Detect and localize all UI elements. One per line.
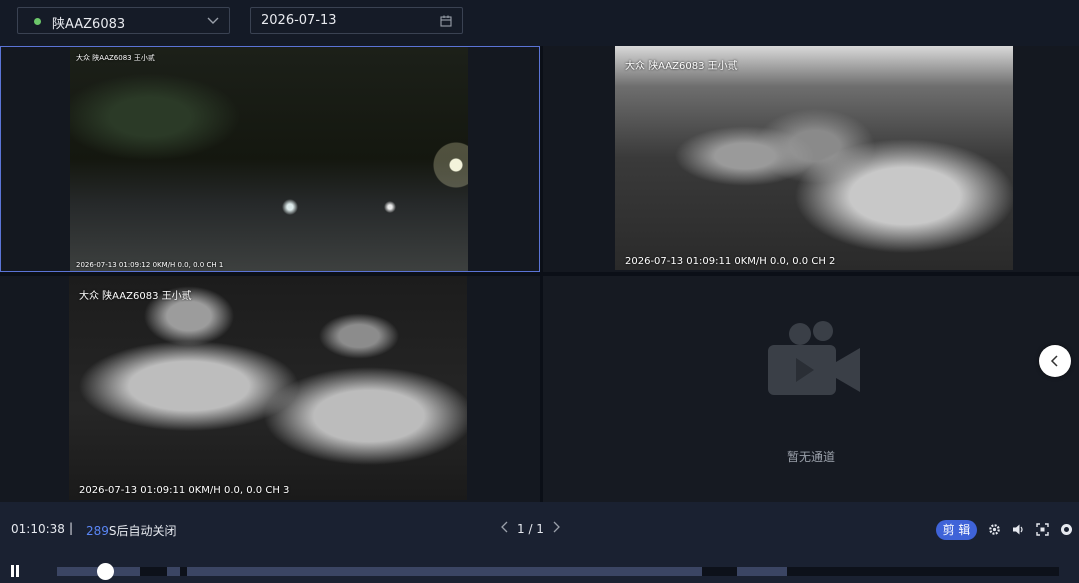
playback-timeline[interactable] [57, 567, 1059, 576]
recording-segment [187, 567, 702, 576]
video-channel-4-empty: 暂无通道 [543, 276, 1079, 502]
chevron-down-icon [207, 17, 219, 24]
countdown-number: 289 [86, 524, 109, 538]
video-osd-header: 大众 陕AAZ6083 王小贰 [625, 61, 738, 72]
video-channel-1[interactable]: 大众 陕AAZ6083 王小贰 2026-07-13 01:09:12 0KM/… [0, 46, 540, 272]
video-osd-header: 大众 陕AAZ6083 王小贰 [76, 54, 155, 62]
online-status-icon [34, 18, 41, 25]
fullscreen-icon[interactable] [1036, 523, 1049, 536]
edit-clip-button[interactable]: 剪 辑 [936, 520, 977, 540]
pause-icon[interactable] [8, 564, 22, 578]
vehicle-select-value: 陕AAZ6083 [52, 17, 126, 32]
video-frame: 大众 陕AAZ6083 王小贰 2026-07-13 01:09:12 0KM/… [70, 47, 468, 271]
playback-controls: 01:10:38 | 289S后自动关闭 1 / 1 剪 辑 [0, 502, 1079, 583]
video-frame: 大众 陕AAZ6083 王小贰 2026-07-13 01:09:11 0KM/… [69, 276, 467, 500]
video-frame: 大众 陕AAZ6083 王小贰 2026-07-13 01:09:11 0KM/… [615, 46, 1013, 270]
top-toolbar: 陕AAZ6083 2026-07-13 [0, 0, 1079, 44]
previous-page-icon[interactable] [499, 520, 511, 534]
page-indicator: 1 / 1 [517, 522, 544, 536]
no-channel-text: 暂无通道 [786, 450, 835, 464]
video-channel-3[interactable]: 大众 陕AAZ6083 王小贰 2026-07-13 01:09:11 0KM/… [0, 276, 540, 502]
settings-icon[interactable] [988, 523, 1001, 536]
recording-segment [737, 567, 787, 576]
chevron-left-icon [1050, 355, 1058, 367]
video-camera-icon [768, 321, 860, 395]
video-osd-footer: 2026-07-13 01:09:11 0KM/H 0.0, 0.0 CH 2 [625, 256, 836, 267]
next-page-icon[interactable] [550, 520, 562, 534]
auto-close-countdown: 289S后自动关闭 [86, 522, 177, 539]
calendar-icon [440, 15, 452, 27]
video-osd-footer: 2026-07-13 01:09:12 0KM/H 0.0, 0.0 CH 1 [76, 261, 224, 269]
timeline-handle[interactable] [97, 563, 114, 580]
current-time: 01:10:38 [11, 522, 65, 536]
video-osd-footer: 2026-07-13 01:09:11 0KM/H 0.0, 0.0 CH 3 [79, 485, 290, 496]
date-picker-value: 2026-07-13 [261, 13, 337, 28]
countdown-suffix: S后自动关闭 [108, 524, 177, 538]
video-grid: 大众 陕AAZ6083 王小贰 2026-07-13 01:09:12 0KM/… [0, 46, 1079, 502]
collapse-panel-button[interactable] [1039, 345, 1071, 377]
snapshot-icon[interactable] [1060, 523, 1073, 536]
date-picker[interactable]: 2026-07-13 [250, 7, 463, 34]
video-channel-2[interactable]: 大众 陕AAZ6083 王小贰 2026-07-13 01:09:11 0KM/… [543, 46, 1079, 272]
video-osd-header: 大众 陕AAZ6083 王小贰 [79, 291, 192, 302]
volume-icon[interactable] [1012, 523, 1025, 536]
vehicle-select[interactable]: 陕AAZ6083 [17, 7, 230, 34]
separator: | [69, 521, 74, 535]
recording-segment [167, 567, 180, 576]
